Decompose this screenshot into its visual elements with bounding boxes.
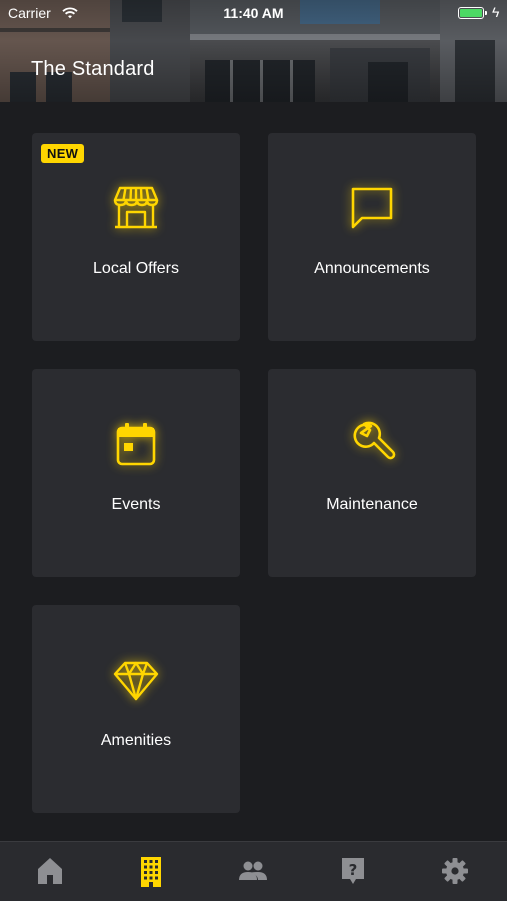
tile-local-offers[interactable]: NEW Local Offers: [32, 133, 240, 341]
battery-icon: [458, 7, 484, 19]
status-time: 11:40 AM: [223, 5, 284, 21]
diamond-icon: [111, 655, 161, 705]
tile-maintenance[interactable]: Maintenance: [268, 369, 476, 577]
home-icon: [38, 858, 62, 884]
storefront-icon: [111, 183, 161, 233]
tile-label: Announcements: [314, 260, 430, 277]
tile-announcements[interactable]: Announcements: [268, 133, 476, 341]
wrench-icon: [347, 419, 397, 469]
header-banner: Carrier 11:40 AM ϟ The Standard: [0, 0, 507, 102]
tile-label: Maintenance: [326, 496, 418, 513]
tile-label: Local Offers: [93, 260, 179, 277]
new-badge: NEW: [41, 144, 85, 163]
tab-home[interactable]: [0, 842, 101, 901]
status-bar: Carrier 11:40 AM ϟ: [0, 0, 507, 28]
page-title: The Standard: [31, 58, 155, 80]
tab-help[interactable]: ?: [303, 842, 404, 901]
tab-bar: ?: [0, 841, 507, 901]
help-icon: ?: [342, 858, 364, 884]
tile-label: Events: [111, 496, 161, 513]
tab-building[interactable]: [101, 842, 202, 901]
tile-amenities[interactable]: Amenities: [32, 605, 240, 813]
svg-text:?: ?: [349, 861, 358, 879]
calendar-icon: [111, 419, 161, 469]
tab-people[interactable]: [202, 842, 303, 901]
tab-settings[interactable]: [404, 842, 505, 901]
chat-bubble-icon: [347, 183, 397, 233]
tile-label: Amenities: [100, 732, 172, 749]
building-icon: [141, 857, 161, 887]
charging-icon: ϟ: [492, 4, 500, 20]
gear-icon: [442, 858, 468, 884]
people-icon: [239, 861, 267, 880]
tile-events[interactable]: Events: [32, 369, 240, 577]
